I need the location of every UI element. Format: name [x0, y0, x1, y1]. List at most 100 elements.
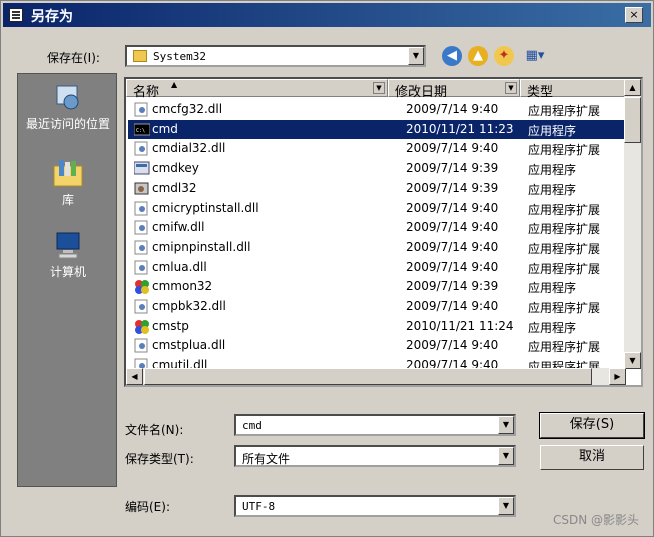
- up-folder-icon[interactable]: ▲: [468, 46, 488, 66]
- dll-file-icon: [134, 201, 150, 216]
- folder-icon: [133, 50, 147, 62]
- filename-label: 文件名(N):: [125, 423, 184, 437]
- file-row[interactable]: cmdkey 2009/7/14 9:39 应用程序: [128, 159, 626, 178]
- file-name: cmpbk32.dll: [152, 299, 226, 313]
- scroll-thumb[interactable]: [624, 97, 641, 143]
- column-name-label: 名称: [133, 85, 160, 100]
- scroll-down-icon[interactable]: ▼: [624, 352, 641, 369]
- file-type: 应用程序扩展: [528, 222, 601, 237]
- save-as-dialog: 另存为 × 保存在(I): System32 ▼ ◀ ▲ ✦ ▦▾ 最近访问的位…: [0, 0, 654, 537]
- notepad-icon: [9, 8, 23, 22]
- file-row[interactable]: cmpbk32.dll 2009/7/14 9:40 应用程序扩展: [128, 297, 626, 316]
- column-type[interactable]: 类型: [520, 79, 628, 100]
- chevron-down-icon[interactable]: ▼: [408, 47, 424, 65]
- file-name: cmipnpinstall.dll: [152, 239, 251, 254]
- file-row[interactable]: cmdl32 2009/7/14 9:39 应用程序: [128, 179, 626, 198]
- file-name: cmstp: [152, 318, 189, 333]
- vertical-scrollbar[interactable]: ▲ ▼: [624, 79, 641, 369]
- file-list[interactable]: 名称 ▲ ▼ 修改日期 ▼ 类型 cmcfg32.dll 2009/7/14 9:…: [124, 77, 643, 387]
- column-date-dropdown-icon[interactable]: ▼: [505, 82, 517, 94]
- file-date: 2010/11/21 11:24: [406, 318, 514, 333]
- recent-places-icon: [56, 85, 79, 110]
- filename-input[interactable]: cmd ▼: [234, 414, 516, 436]
- file-name: cmdkey: [152, 161, 199, 176]
- scroll-right-icon[interactable]: ▶: [609, 368, 626, 385]
- file-date: 2009/7/14 9:40: [406, 299, 499, 313]
- filetype-dropdown[interactable]: 所有文件 ▼: [234, 445, 516, 467]
- column-type-label: 类型: [527, 85, 554, 100]
- file-type: 应用程序: [528, 182, 577, 197]
- place-computer[interactable]: 计算机: [18, 230, 118, 280]
- filetype-label: 保存类型(T):: [125, 452, 194, 466]
- place-libraries[interactable]: 库: [18, 158, 118, 208]
- file-type: 应用程序扩展: [528, 241, 601, 256]
- back-icon[interactable]: ◀: [442, 46, 462, 66]
- column-name-dropdown-icon[interactable]: ▼: [373, 82, 385, 94]
- view-menu-icon[interactable]: ▦▾: [522, 46, 548, 66]
- file-date: 2009/7/14 9:40: [406, 239, 499, 254]
- file-name: cmstplua.dll: [152, 338, 226, 353]
- file-row[interactable]: cmlua.dll 2009/7/14 9:40 应用程序扩展: [128, 258, 626, 277]
- file-name: cmlua.dll: [152, 259, 207, 274]
- file-row[interactable]: cmstp 2010/11/21 11:24 应用程序: [128, 317, 626, 336]
- file-date: 2009/7/14 9:40: [406, 102, 499, 116]
- file-row[interactable]: cmipnpinstall.dll 2009/7/14 9:40 应用程序扩展: [128, 238, 626, 257]
- encoding-dropdown[interactable]: UTF-8 ▼: [234, 495, 516, 517]
- scroll-left-icon[interactable]: ◀: [126, 368, 143, 385]
- new-folder-icon[interactable]: ✦: [494, 46, 514, 66]
- places-bar: 最近访问的位置 库 计算机: [17, 73, 117, 487]
- cancel-button[interactable]: 取消: [540, 445, 644, 470]
- chevron-down-icon[interactable]: ▼: [498, 416, 514, 434]
- chevron-down-icon[interactable]: ▼: [498, 497, 514, 515]
- computer-icon: [56, 232, 80, 259]
- file-row[interactable]: cmdial32.dll 2009/7/14 9:40 应用程序扩展: [128, 139, 626, 158]
- file-row[interactable]: cmicryptinstall.dll 2009/7/14 9:40 应用程序扩展: [128, 199, 626, 218]
- save-in-value: System32: [153, 50, 206, 63]
- libraries-icon: [53, 160, 83, 187]
- filename-value: cmd: [242, 419, 262, 432]
- dll-file-icon: [134, 102, 150, 117]
- color-file-icon: [134, 279, 150, 295]
- title-bar[interactable]: 另存为 ×: [3, 3, 651, 27]
- filetype-value: 所有文件: [242, 452, 291, 466]
- file-type: 应用程序: [528, 163, 577, 178]
- column-date[interactable]: 修改日期 ▼: [388, 79, 520, 100]
- color-file-icon: [134, 319, 150, 334]
- file-name: cmdial32.dll: [152, 141, 226, 156]
- file-row[interactable]: cmcfg32.dll 2009/7/14 9:40 应用程序扩展: [128, 100, 626, 119]
- encoding-label: 编码(E):: [125, 500, 170, 514]
- scroll-up-icon[interactable]: ▲: [624, 79, 641, 96]
- close-button[interactable]: ×: [625, 7, 643, 23]
- file-date: 2010/11/21 11:23: [406, 121, 514, 136]
- horizontal-scrollbar[interactable]: ◀ ▶: [126, 368, 626, 385]
- dll-file-icon: [134, 338, 150, 353]
- dll-file-icon: [134, 141, 150, 156]
- file-date: 2009/7/14 9:40: [406, 259, 499, 274]
- exe2-file-icon: [134, 181, 150, 196]
- column-date-label: 修改日期: [395, 85, 448, 100]
- dialog-title: 另存为: [31, 9, 73, 25]
- file-row[interactable]: cmstplua.dll 2009/7/14 9:40 应用程序扩展: [128, 336, 626, 355]
- save-in-dropdown[interactable]: System32 ▼: [125, 45, 426, 67]
- save-in-label: 保存在(I):: [47, 51, 100, 65]
- hscroll-thumb[interactable]: [144, 368, 592, 385]
- place-recent[interactable]: 最近访问的位置: [18, 82, 118, 132]
- place-recent-label: 最近访问的位置: [25, 117, 110, 131]
- file-row[interactable]: cmmon32 2009/7/14 9:39 应用程序: [128, 277, 626, 296]
- dll-file-icon: [134, 260, 150, 275]
- dll-file-icon: [134, 299, 150, 314]
- file-name: cmicryptinstall.dll: [152, 200, 259, 215]
- svg-text:C:\: C:\: [136, 128, 145, 134]
- chevron-down-icon[interactable]: ▼: [498, 447, 514, 465]
- dll-file-icon: [134, 240, 150, 255]
- file-type: 应用程序: [528, 281, 577, 296]
- file-row[interactable]: C:\ cmd 2010/11/21 11:23 应用程序: [128, 119, 626, 139]
- file-type: 应用程序扩展: [528, 202, 601, 217]
- save-button[interactable]: 保存(S): [539, 412, 645, 439]
- file-date: 2009/7/14 9:40: [406, 200, 499, 215]
- file-date: 2009/7/14 9:40: [406, 141, 499, 156]
- column-name[interactable]: 名称 ▲ ▼: [126, 79, 388, 100]
- file-date: 2009/7/14 9:40: [406, 338, 499, 353]
- file-date: 2009/7/14 9:39: [406, 279, 499, 294]
- file-row[interactable]: cmifw.dll 2009/7/14 9:40 应用程序扩展: [128, 218, 626, 237]
